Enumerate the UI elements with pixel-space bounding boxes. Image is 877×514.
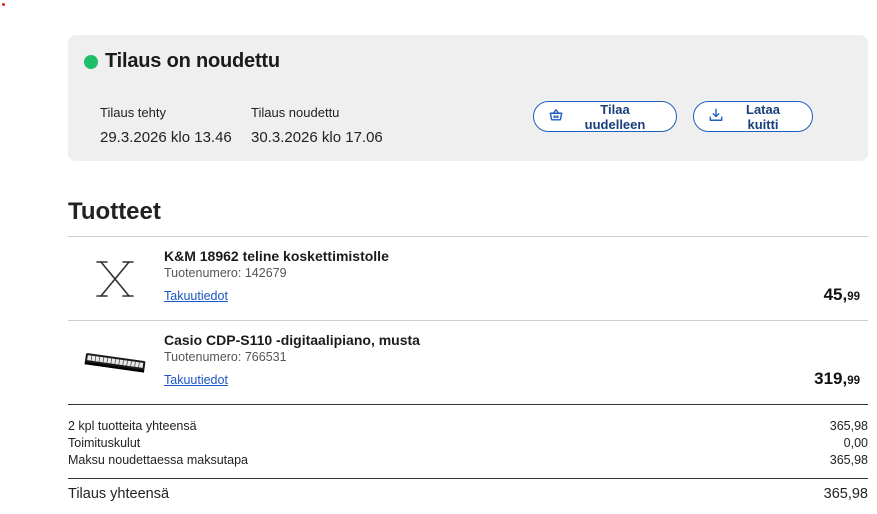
order-status-header: Tilaus on noudettu (84, 50, 280, 73)
product-row: K&M 18962 teline koskettimistolle Tuoten… (68, 236, 868, 320)
summary-items-label: 2 kpl tuotteita yhteensä (68, 419, 197, 433)
product-price-int: 319, (814, 369, 848, 388)
product-sku: Tuotenumero: 766531 (164, 350, 287, 364)
summary-payment-label: Maksu noudettaessa maksutapa (68, 453, 248, 467)
digital-piano-icon (82, 339, 148, 387)
download-receipt-label: Lataa kuitti (746, 101, 780, 132)
keyboard-stand-icon (82, 255, 148, 303)
download-icon (709, 108, 723, 125)
product-list: K&M 18962 teline koskettimistolle Tuoten… (68, 236, 868, 405)
summary-shipping-label: Toimituskulut (68, 436, 141, 450)
pickup-date-block: Tilaus noudettu 30.3.2026 klo 17.06 (251, 105, 383, 146)
product-price: 319,99 (814, 369, 860, 389)
product-sku-label: Tuotenumero: (164, 350, 242, 364)
order-total-row: Tilaus yhteensä 365,98 (68, 486, 868, 502)
product-name: K&M 18962 teline koskettimistolle (164, 248, 389, 264)
order-total-label: Tilaus yhteensä (68, 486, 170, 502)
product-sku: Tuotenumero: 142679 (164, 266, 287, 280)
summary-shipping-value: 0,00 (843, 436, 868, 450)
order-status-title: Tilaus on noudettu (105, 50, 280, 72)
pickup-date-label: Tilaus noudettu (251, 105, 340, 120)
product-price-int: 45, (823, 285, 848, 304)
summary-row-items: 2 kpl tuotteita yhteensä 365,98 (68, 418, 868, 435)
status-dot-icon (84, 54, 98, 69)
total-divider (68, 478, 868, 479)
product-price: 45,99 (824, 285, 860, 305)
product-row: Casio CDP-S110 -digitaalipiano, musta Tu… (68, 320, 868, 405)
order-total-value: 365,98 (823, 486, 868, 502)
download-receipt-button[interactable]: Lataa kuitti (693, 101, 813, 132)
product-price-dec: 99 (847, 375, 860, 387)
product-name: Casio CDP-S110 -digitaalipiano, musta (164, 332, 420, 348)
pickup-date-value: 30.3.2026 klo 17.06 (251, 129, 383, 146)
reorder-button[interactable]: Tilaa uudelleen (533, 101, 677, 132)
order-date-value: 29.3.2026 klo 13.46 (100, 129, 232, 146)
product-sku-value: 766531 (244, 350, 287, 364)
order-status-card: Tilaus on noudettu Tilaus tehty 29.3.202… (68, 35, 868, 161)
warranty-link[interactable]: Takuutiedot (164, 373, 228, 387)
warranty-link[interactable]: Takuutiedot (164, 289, 228, 303)
summary-row-payment: Maksu noudettaessa maksutapa 365,98 (68, 452, 868, 469)
order-date-label: Tilaus tehty (100, 105, 166, 120)
product-sku-value: 142679 (244, 266, 287, 280)
order-date-block: Tilaus tehty 29.3.2026 klo 13.46 (100, 105, 232, 146)
basket-icon (549, 108, 563, 125)
summary-payment-value: 365,98 (829, 453, 868, 467)
reorder-label: Tilaa uudelleen (584, 101, 646, 132)
product-sku-label: Tuotenumero: (164, 266, 242, 280)
summary-row-shipping: Toimituskulut 0,00 (68, 435, 868, 452)
order-summary: 2 kpl tuotteita yhteensä 365,98 Toimitus… (68, 418, 868, 469)
products-heading: Tuotteet (68, 198, 161, 225)
corner-marker (2, 3, 5, 6)
product-price-dec: 99 (847, 291, 860, 303)
summary-items-value: 365,98 (829, 419, 868, 433)
